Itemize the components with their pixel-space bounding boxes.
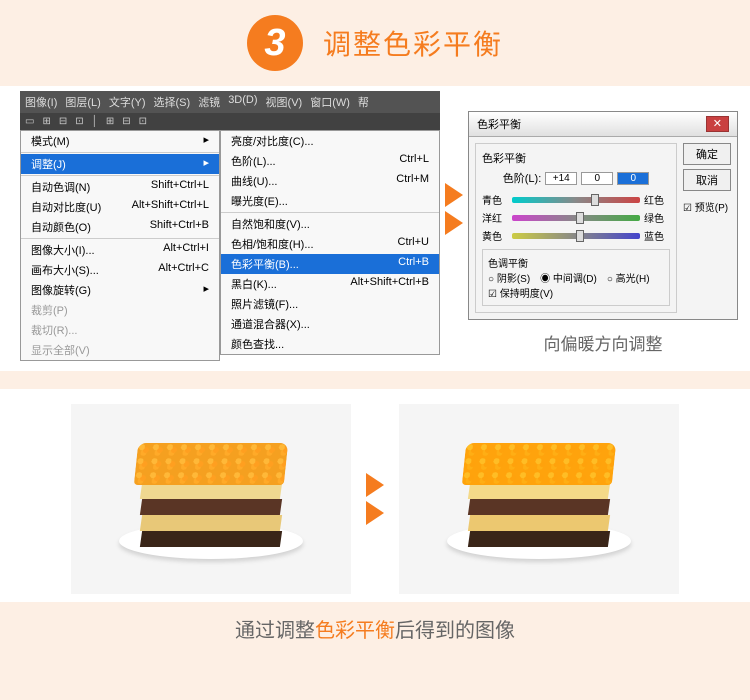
menu-item[interactable]: 画布大小(S)...Alt+Ctrl+C: [21, 260, 219, 280]
step-number-badge: 3: [247, 15, 303, 71]
ok-button[interactable]: 确定: [683, 143, 731, 165]
slider-row[interactable]: 黄色蓝色: [482, 228, 670, 243]
menu-item: 裁切(R)...: [21, 320, 219, 340]
tone-radio[interactable]: ◉ 中间调(D): [540, 270, 597, 285]
menubar-item[interactable]: 帮: [358, 94, 369, 110]
group-label: 色彩平衡: [482, 150, 670, 166]
level-2-input[interactable]: [581, 172, 613, 185]
tone-group-label: 色调平衡: [488, 255, 664, 270]
result-caption: 通过调整色彩平衡后得到的图像: [0, 602, 750, 655]
photoshop-menu: 图像(I) 图层(L) 文字(Y) 选择(S) 滤镜 3D(D) 视图(V) 窗口(W) 帮 ▭…: [20, 91, 440, 361]
menubar-item[interactable]: 视图(V): [266, 94, 303, 110]
image-after: [399, 404, 679, 594]
adjustments-submenu[interactable]: 亮度/对比度(C)...色阶(L)...Ctrl+L曲线(U)...Ctrl+M…: [220, 130, 440, 355]
menubar-item[interactable]: 文字(Y): [109, 94, 146, 110]
tone-radios[interactable]: ○ 阴影(S) ◉ 中间调(D) ○ 高光(H): [488, 270, 664, 285]
dialog-column: 色彩平衡 ✕ 色彩平衡 色阶(L): 青色红色洋红绿色黄色蓝色 色调平衡 ○ 阴…: [468, 91, 738, 355]
menu-item[interactable]: 自然饱和度(V)...: [221, 214, 439, 234]
close-icon[interactable]: ✕: [706, 116, 729, 132]
menu-adjustments[interactable]: 调整(J)▸: [21, 154, 219, 174]
step-header: 3 调整色彩平衡: [0, 0, 750, 86]
menu-mode[interactable]: 模式(M)▸: [21, 131, 219, 151]
menubar-item[interactable]: 窗口(W): [310, 94, 350, 110]
menubar-item[interactable]: 3D(D): [228, 94, 257, 110]
menu-item[interactable]: 通道混合器(X)...: [221, 314, 439, 334]
tone-radio[interactable]: ○ 阴影(S): [488, 270, 530, 285]
slider-row[interactable]: 青色红色: [482, 192, 670, 207]
slider-row[interactable]: 洋红绿色: [482, 210, 670, 225]
image-menu[interactable]: 模式(M)▸ 调整(J)▸ 自动色调(N)Shift+Ctrl+L自动对比度(U…: [20, 130, 220, 361]
app-menubar[interactable]: 图像(I) 图层(L) 文字(Y) 选择(S) 滤镜 3D(D) 视图(V) 窗口(W) 帮: [20, 91, 440, 113]
menu-item[interactable]: 自动色调(N)Shift+Ctrl+L: [21, 177, 219, 197]
menu-item[interactable]: 照片滤镜(F)...: [221, 294, 439, 314]
menu-item[interactable]: 自动对比度(U)Alt+Shift+Ctrl+L: [21, 197, 219, 217]
color-balance-dialog[interactable]: 色彩平衡 ✕ 色彩平衡 色阶(L): 青色红色洋红绿色黄色蓝色 色调平衡 ○ 阴…: [468, 111, 738, 320]
app-toolbar: ▭⊞⊟⊡│⊞⊟⊡: [20, 113, 440, 130]
menu-item[interactable]: 图像旋转(G)▸: [21, 280, 219, 300]
levels-inputs: 色阶(L):: [482, 170, 670, 186]
dialog-title: 色彩平衡: [477, 116, 521, 132]
menu-item[interactable]: 曲线(U)...Ctrl+M: [221, 171, 439, 191]
level-1-input[interactable]: [545, 172, 577, 185]
menu-item[interactable]: 亮度/对比度(C)...: [221, 131, 439, 151]
menubar-item[interactable]: 图层(L): [65, 94, 100, 110]
dialog-titlebar[interactable]: 色彩平衡 ✕: [469, 112, 737, 137]
menu-item[interactable]: 自动颜色(O)Shift+Ctrl+B: [21, 217, 219, 237]
adjust-warm-caption: 向偏暖方向调整: [468, 330, 738, 355]
menu-item[interactable]: 颜色查找...: [221, 334, 439, 354]
cancel-button[interactable]: 取消: [683, 169, 731, 191]
menu-item[interactable]: 黑白(K)...Alt+Shift+Ctrl+B: [221, 274, 439, 294]
menubar-item[interactable]: 选择(S): [154, 94, 191, 110]
menu-dialog-section: 图像(I) 图层(L) 文字(Y) 选择(S) 滤镜 3D(D) 视图(V) 窗口(W) 帮 ▭…: [0, 86, 750, 371]
arrow-right: [366, 471, 384, 527]
menu-item[interactable]: 色彩平衡(B)...Ctrl+B: [221, 254, 439, 274]
image-before: [71, 404, 351, 594]
arrow-right: [445, 181, 463, 237]
menu-item[interactable]: 色相/饱和度(H)...Ctrl+U: [221, 234, 439, 254]
menu-item: 裁剪(P): [21, 300, 219, 320]
menu-item[interactable]: 曝光度(E)...: [221, 191, 439, 211]
menubar-item[interactable]: 图像(I): [25, 94, 57, 110]
menu-item[interactable]: 色阶(L)...Ctrl+L: [221, 151, 439, 171]
menubar-item[interactable]: 滤镜: [198, 94, 220, 110]
level-3-input[interactable]: [617, 172, 649, 185]
menu-item: 显示全部(V): [21, 340, 219, 360]
tone-radio[interactable]: ○ 高光(H): [607, 270, 650, 285]
menu-item[interactable]: 图像大小(I)...Alt+Ctrl+I: [21, 240, 219, 260]
step-title: 调整色彩平衡: [323, 23, 503, 63]
before-after-section: [0, 389, 750, 602]
preserve-luminosity[interactable]: ☑ 保持明度(V): [488, 285, 664, 300]
preview-checkbox[interactable]: ☑ 预览(P): [683, 199, 731, 214]
